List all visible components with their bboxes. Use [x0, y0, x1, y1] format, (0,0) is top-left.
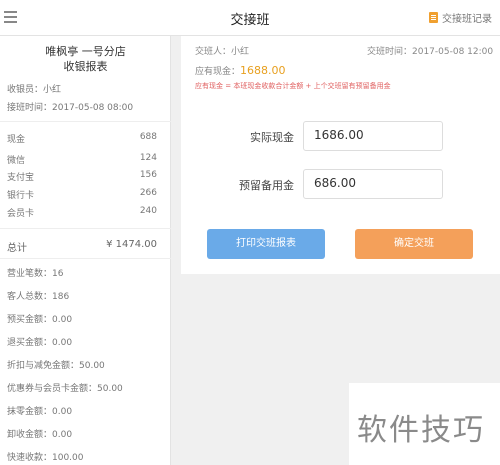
stat-unload-amount: 卸收金额：0.00 [7, 430, 73, 440]
receipt-panel: 唯枫亭 一号分店 收银报表 收银员：小红 接班时间：2017-05-08 08:… [0, 36, 171, 465]
actual-cash-label: 实际现金 [250, 131, 294, 144]
divider [0, 228, 171, 229]
cashier-name: 收银员：小红 [7, 85, 62, 95]
cash-formula-note: 应有现金 = 本班现金收款合计金额 + 上个交班留有预留备用金 [195, 82, 391, 90]
shift-start-time: 接班时间：2017-05-08 08:00 [7, 103, 134, 113]
handover-time: 交班时间：2017-05-08 12:00 [367, 47, 494, 57]
expected-cash: 应有现金：1688.00 [195, 64, 286, 77]
watermark: 软件技巧 [349, 383, 500, 465]
payment-row-member-card: 会员卡 240 [7, 206, 157, 219]
stat-presale-amount: 预买金额：0.00 [7, 315, 73, 325]
print-report-button[interactable]: 打印交班报表 [207, 229, 325, 259]
store-name: 唯枫亭 一号分店 [45, 45, 126, 58]
reserve-fund-input[interactable]: 686.00 [303, 169, 443, 199]
report-title: 收银报表 [63, 60, 108, 73]
stat-refund-amount: 退买金额：0.00 [7, 338, 73, 348]
watermark-text: 软件技巧 [357, 413, 485, 448]
total-row: 总计 ¥ 1474.00 [7, 239, 157, 254]
stat-order-count: 营业笔数：16 [7, 269, 64, 279]
payment-row-alipay: 支付宝 156 [7, 170, 157, 183]
reserve-fund-label: 预留备用金 [239, 179, 294, 192]
page-title: 交接班 [230, 13, 270, 28]
confirm-handover-button[interactable]: 确定交班 [355, 229, 473, 259]
stat-discount-amount: 折扣与减免金额：50.00 [7, 361, 105, 371]
divider [0, 258, 171, 259]
stat-rounding-amount: 抹零金额：0.00 [7, 407, 73, 417]
document-icon [429, 12, 438, 23]
handover-records-label: 交接班记录 [442, 14, 492, 25]
stat-quick-payment: 快速收款：100.00 [7, 453, 84, 463]
stat-guest-count: 客人总数：186 [7, 292, 70, 302]
payment-row-wechat: 微信 124 [7, 153, 157, 166]
expected-cash-label: 应有现金： [195, 67, 241, 77]
handover-records-button[interactable]: 交接班记录 [429, 10, 492, 25]
handover-card: 交班人：小红 交班时间：2017-05-08 12:00 应有现金：1688.0… [181, 36, 500, 274]
stat-coupon-amount: 优惠券与会员卡金额：50.00 [7, 384, 123, 394]
payment-row-cash: 现金 688 [7, 132, 157, 145]
payment-row-bank-card: 银行卡 266 [7, 188, 157, 201]
expected-cash-value: 1688.00 [240, 64, 286, 77]
top-bar: 交接班 交接班记录 [0, 0, 500, 36]
divider [0, 121, 171, 122]
handover-person: 交班人：小红 [195, 47, 250, 57]
actual-cash-input[interactable]: 1686.00 [303, 121, 443, 151]
